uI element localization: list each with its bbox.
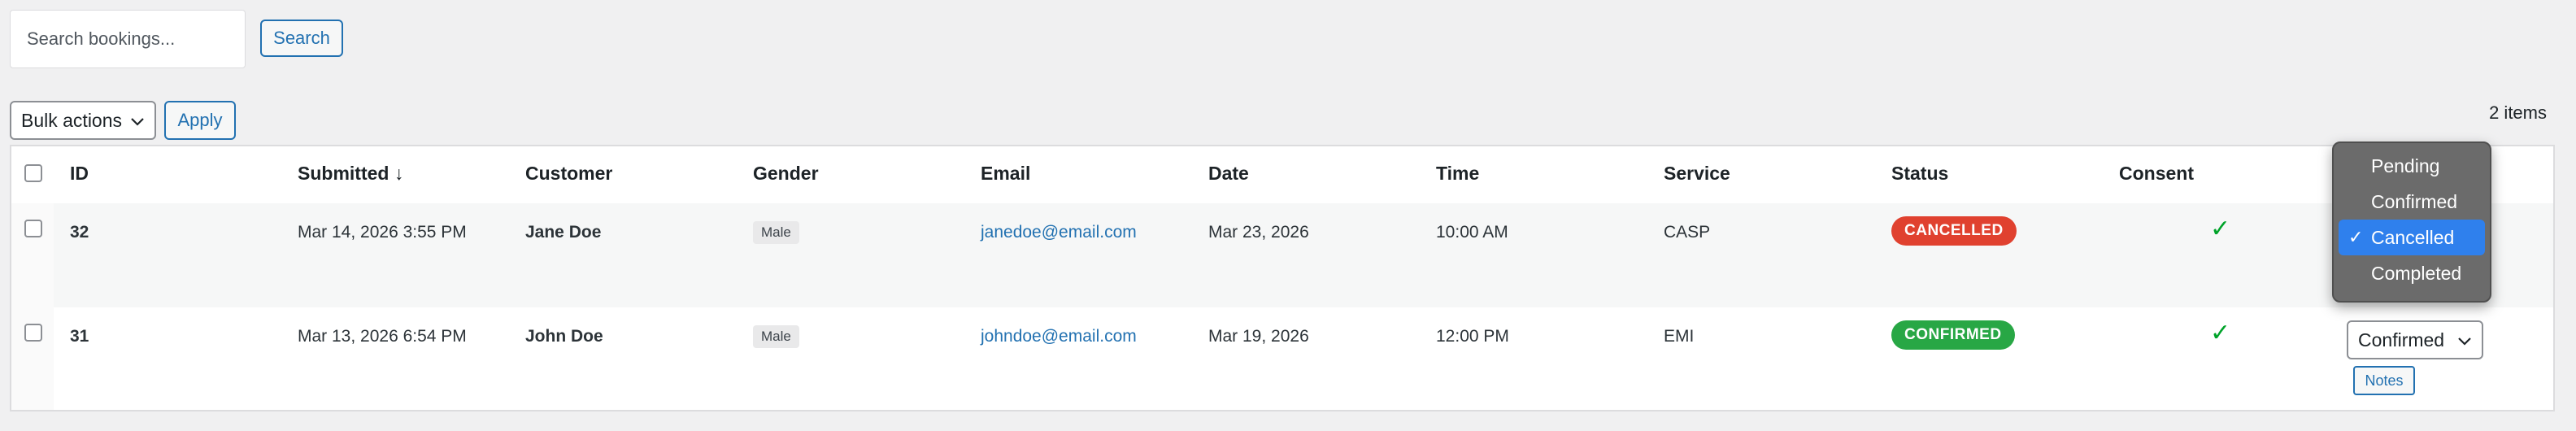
cell-submitted: Mar 14, 2026 3:55 PM	[298, 223, 467, 242]
notes-button[interactable]: Notes	[2353, 366, 2415, 395]
status-select[interactable]: Confirmed	[2347, 320, 2483, 359]
bookings-table: ID Submitted ↓ Customer Gender Email Dat…	[10, 145, 2555, 411]
cell-time: 10:00 AM	[1436, 223, 1508, 242]
status-dropdown-menu: Pending Confirmed ✓ Cancelled Completed	[2332, 141, 2491, 303]
email-link[interactable]: johndoe@email.com	[981, 327, 1137, 346]
table-row: 31 Mar 13, 2026 6:54 PM John Doe Male jo…	[11, 307, 2553, 410]
cell-customer: John Doe	[525, 327, 603, 346]
column-header-consent[interactable]: Consent	[2119, 163, 2194, 185]
search-input[interactable]	[10, 10, 246, 68]
items-count: 2 items	[2489, 102, 2547, 123]
table-header: ID Submitted ↓ Customer Gender Email Dat…	[11, 146, 2553, 205]
dropdown-option-confirmed[interactable]: Confirmed	[2339, 184, 2485, 220]
option-label: Completed	[2371, 262, 2462, 284]
gender-badge: Male	[753, 221, 799, 244]
column-header-submitted[interactable]: Submitted ↓	[298, 163, 403, 185]
status-badge: CANCELLED	[1891, 216, 2017, 246]
row-checkbox[interactable]	[24, 324, 42, 342]
cell-date: Mar 23, 2026	[1208, 223, 1309, 242]
column-header-email[interactable]: Email	[981, 163, 1030, 185]
option-label: Confirmed	[2371, 190, 2458, 212]
cell-date: Mar 19, 2026	[1208, 327, 1309, 346]
cell-time: 12:00 PM	[1436, 327, 1509, 346]
gender-badge: Male	[753, 325, 799, 348]
dropdown-option-pending[interactable]: Pending	[2339, 148, 2485, 184]
row-checkbox[interactable]	[24, 220, 42, 237]
column-header-service[interactable]: Service	[1664, 163, 1730, 185]
select-all-checkbox[interactable]	[24, 164, 42, 182]
dropdown-option-cancelled[interactable]: ✓ Cancelled	[2339, 220, 2485, 255]
column-header-gender[interactable]: Gender	[753, 163, 819, 185]
search-button[interactable]: Search	[260, 20, 343, 57]
consent-check-icon: ✓	[2210, 320, 2231, 346]
chevron-down-icon	[130, 110, 145, 132]
column-header-customer[interactable]: Customer	[525, 163, 612, 185]
cell-id: 31	[70, 327, 89, 346]
column-header-time[interactable]: Time	[1436, 163, 1479, 185]
column-header-status[interactable]: Status	[1891, 163, 1948, 185]
bulk-actions-select[interactable]: Bulk actions	[10, 101, 156, 140]
cell-id: 32	[70, 223, 89, 242]
column-header-id[interactable]: ID	[70, 163, 89, 185]
consent-check-icon: ✓	[2210, 216, 2231, 242]
option-label: Pending	[2371, 155, 2440, 176]
cell-service: EMI	[1664, 327, 1695, 346]
checkmark-icon: ✓	[2348, 227, 2364, 247]
column-header-date[interactable]: Date	[1208, 163, 1249, 185]
status-select-value: Confirmed	[2358, 329, 2445, 350]
dropdown-option-completed[interactable]: Completed	[2339, 255, 2485, 291]
table-row: 32 Mar 14, 2026 3:55 PM Jane Doe Male ja…	[11, 203, 2553, 307]
apply-button[interactable]: Apply	[164, 101, 236, 140]
cell-submitted: Mar 13, 2026 6:54 PM	[298, 327, 467, 346]
bulk-actions-label: Bulk actions	[21, 109, 123, 131]
option-label: Cancelled	[2371, 226, 2455, 248]
status-badge: CONFIRMED	[1891, 320, 2015, 350]
email-link[interactable]: janedoe@email.com	[981, 223, 1137, 242]
chevron-down-icon	[2457, 329, 2472, 351]
cell-customer: Jane Doe	[525, 223, 602, 242]
checkbox-column	[11, 307, 54, 410]
cell-service: CASP	[1664, 223, 1711, 242]
